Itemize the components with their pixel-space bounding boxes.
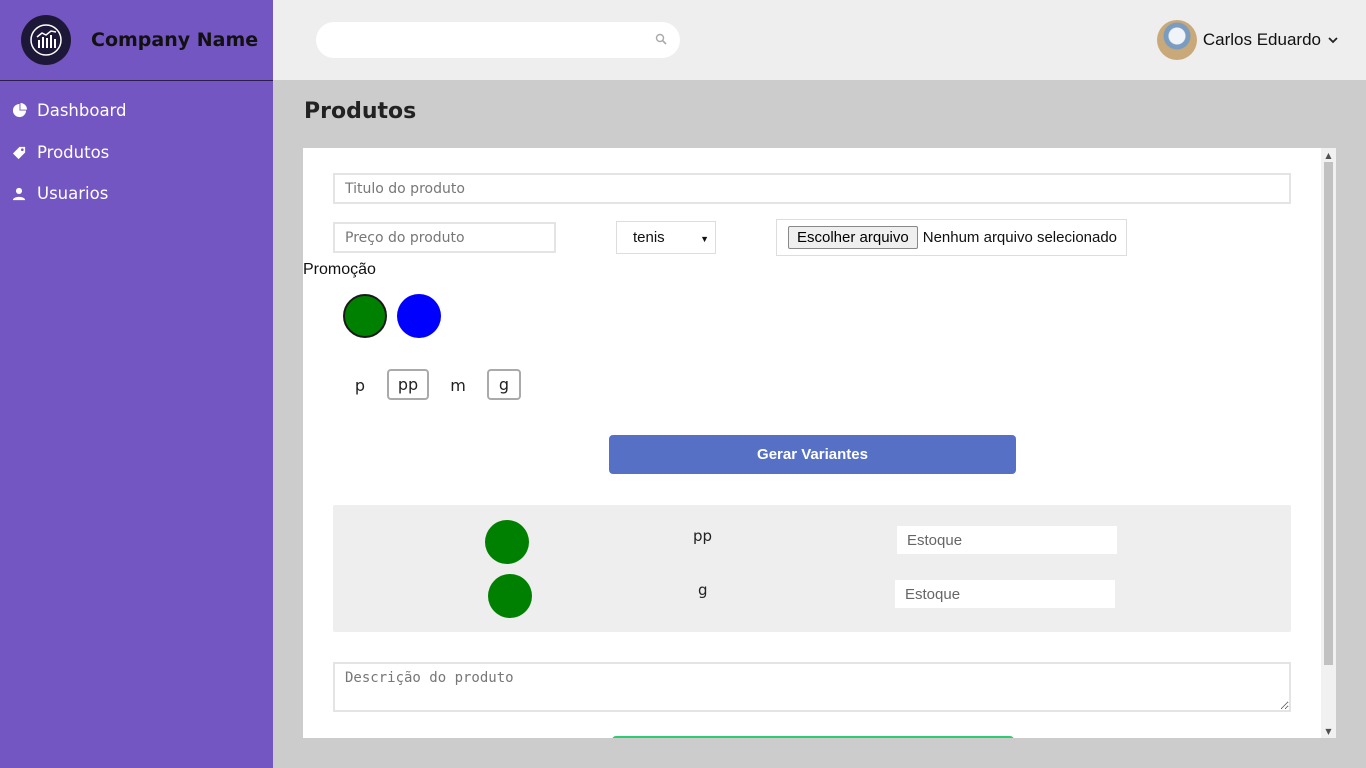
scroll-up-arrow-icon[interactable]: ▲ [1321, 149, 1336, 161]
sidebar-item-label: Produtos [37, 142, 110, 162]
variant-color-dot [485, 520, 529, 564]
variant-color-dot [488, 574, 532, 618]
size-option-m[interactable]: m [447, 371, 469, 399]
chart-logo-icon[interactable] [21, 15, 71, 65]
file-input: Escolher arquivo Nenhum arquivo selecion… [776, 219, 1127, 256]
brand: Company Name [0, 0, 273, 81]
page-title: Produtos [304, 99, 417, 124]
tag-icon [11, 144, 27, 160]
user-icon [11, 186, 27, 202]
brand-name: Company Name [91, 29, 259, 51]
pie-chart-icon [11, 103, 27, 119]
product-form-card: tenis ▼ Escolher arquivo Nenhum arquivo … [303, 148, 1336, 738]
color-swatch-blue[interactable] [397, 294, 441, 338]
search-icon[interactable] [655, 33, 667, 45]
variant-size: pp [693, 527, 713, 545]
search-input[interactable] [316, 22, 680, 58]
product-description-input[interactable] [333, 662, 1291, 712]
scroll-down-arrow-icon[interactable]: ▼ [1321, 725, 1336, 737]
product-price-input[interactable] [333, 222, 556, 253]
size-option-g[interactable]: g [487, 369, 521, 400]
sidebar-item-dashboard[interactable]: Dashboard [0, 90, 273, 132]
choose-file-button[interactable]: Escolher arquivo [788, 226, 918, 249]
scrollbar[interactable]: ▲ ▼ [1321, 148, 1336, 738]
sidebar-item-label: Dashboard [37, 101, 127, 121]
sidebar-item-label: Usuarios [37, 184, 109, 204]
user-name: Carlos Eduardo [1202, 30, 1321, 49]
category-select-value: tenis [633, 229, 665, 246]
sidebar-item-usuarios[interactable]: Usuarios [0, 173, 273, 215]
avatar[interactable] [1156, 20, 1197, 60]
user-menu[interactable]: Carlos Eduardo [1156, 20, 1339, 60]
variant-size: g [698, 581, 708, 599]
file-status: Nenhum arquivo selecionado [922, 229, 1118, 246]
variant-stock-input[interactable] [897, 526, 1117, 554]
generate-variants-button[interactable]: Gerar Variantes [609, 435, 1016, 474]
product-title-input[interactable] [333, 173, 1291, 204]
sidebar: Company Name Dashboard Produtos Usuarios [0, 0, 273, 768]
variant-stock-input[interactable] [895, 580, 1115, 608]
category-select[interactable]: tenis ▼ [616, 221, 716, 254]
sidebar-item-produtos[interactable]: Produtos [0, 132, 273, 174]
top-header: Carlos Eduardo [273, 0, 1366, 80]
scroll-thumb[interactable] [1324, 162, 1333, 665]
save-button[interactable] [612, 736, 1014, 738]
chevron-down-icon[interactable] [1327, 34, 1339, 46]
promo-label: Promoção [303, 261, 376, 278]
caret-down-icon: ▼ [700, 234, 709, 244]
color-swatch-green[interactable] [343, 294, 387, 338]
size-option-pp[interactable]: pp [387, 369, 429, 400]
size-option-p[interactable]: p [349, 371, 371, 399]
sidebar-nav: Dashboard Produtos Usuarios [0, 81, 273, 215]
variants-list: pp g [333, 505, 1291, 632]
